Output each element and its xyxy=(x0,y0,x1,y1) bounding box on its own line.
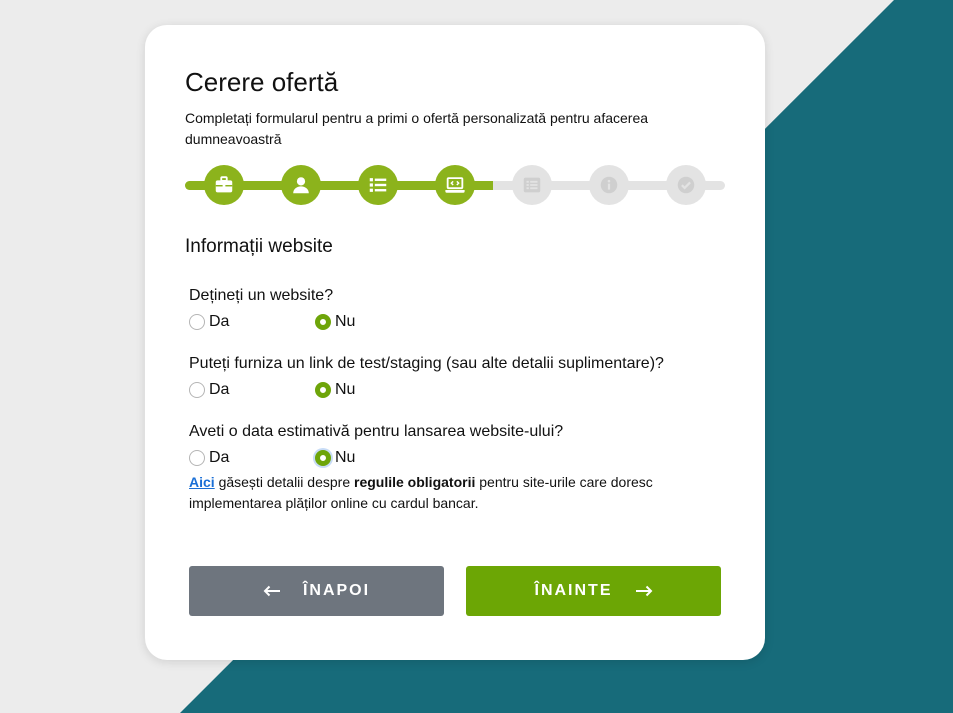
check-circle-icon xyxy=(677,176,695,194)
radio-group: Da Nu xyxy=(189,381,729,403)
step-check[interactable] xyxy=(666,165,706,205)
step-info[interactable] xyxy=(589,165,629,205)
offer-request-card: Cerere ofertă Completați formularul pent… xyxy=(145,25,765,660)
radio-group: Da Nu xyxy=(189,449,729,471)
question-launch-date: Aveti o data estimativă pentru lansarea … xyxy=(189,423,729,471)
radio-label-da: Da xyxy=(209,449,230,466)
radio-option-nu[interactable]: Nu xyxy=(315,449,355,467)
radio-da[interactable] xyxy=(189,314,205,330)
radio-option-da[interactable]: Da xyxy=(189,381,229,399)
radio-label-nu: Nu xyxy=(335,449,356,466)
laptop-code-icon xyxy=(445,177,465,193)
radio-nu[interactable] xyxy=(315,450,331,466)
user-icon xyxy=(293,177,309,194)
radio-option-nu[interactable]: Nu xyxy=(315,381,355,399)
note-bold-text: regulile obligatorii xyxy=(354,474,476,490)
step-document-list[interactable] xyxy=(512,165,552,205)
step-briefcase[interactable] xyxy=(204,165,244,205)
arrow-left-icon xyxy=(263,585,280,597)
radio-da[interactable] xyxy=(189,382,205,398)
question-staging-link: Puteți furniza un link de test/staging (… xyxy=(189,355,729,403)
page-title: Cerere ofertă xyxy=(185,67,339,97)
radio-option-da[interactable]: Da xyxy=(189,313,229,331)
radio-label-da: Da xyxy=(209,313,230,330)
radio-label-da: Da xyxy=(209,381,230,398)
question-label: Aveti o data estimativă pentru lansarea … xyxy=(189,423,564,440)
back-button[interactable]: ÎNAPOI xyxy=(189,566,444,616)
radio-option-da[interactable]: Da xyxy=(189,449,229,467)
aici-link[interactable]: Aici xyxy=(189,474,215,490)
radio-da[interactable] xyxy=(189,450,205,466)
next-button-label: ÎNAINTE xyxy=(534,582,613,599)
info-icon xyxy=(600,176,618,194)
arrow-right-icon xyxy=(635,585,652,597)
question-owns-website: Dețineți un website? Da Nu xyxy=(189,287,729,335)
progress-stepper xyxy=(185,163,725,207)
radio-label-nu: Nu xyxy=(335,313,356,330)
briefcase-icon xyxy=(215,176,233,193)
document-list-icon xyxy=(523,177,541,193)
section-title: Informații website xyxy=(185,236,333,257)
radio-nu[interactable] xyxy=(315,382,331,398)
step-list[interactable] xyxy=(358,165,398,205)
payment-rules-note: Aici găsești detalii despre regulile obl… xyxy=(189,472,729,514)
next-button[interactable]: ÎNAINTE xyxy=(466,566,721,616)
step-user[interactable] xyxy=(281,165,321,205)
question-label: Dețineți un website? xyxy=(189,287,334,304)
note-text-before: găsești detalii despre xyxy=(214,474,354,490)
radio-label-nu: Nu xyxy=(335,381,356,398)
page-subtitle: Completați formularul pentru a primi o o… xyxy=(185,110,649,147)
radio-nu[interactable] xyxy=(315,314,331,330)
question-label: Puteți furniza un link de test/staging (… xyxy=(189,355,664,372)
list-icon xyxy=(369,178,387,192)
step-laptop-code[interactable] xyxy=(435,165,475,205)
radio-group: Da Nu xyxy=(189,313,729,335)
back-button-label: ÎNAPOI xyxy=(302,582,371,599)
radio-option-nu[interactable]: Nu xyxy=(315,313,355,331)
